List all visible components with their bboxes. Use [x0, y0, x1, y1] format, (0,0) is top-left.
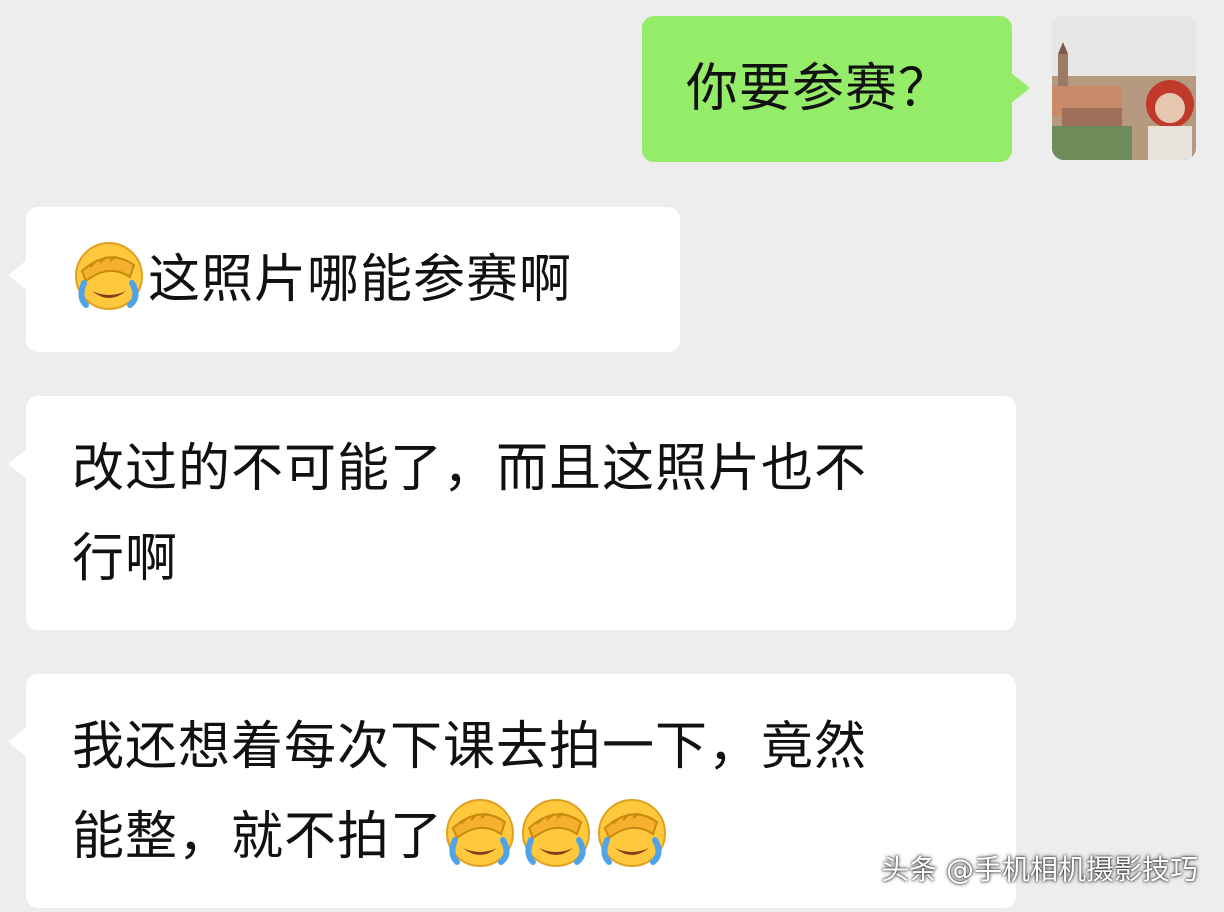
watermark-text: 头条 @手机相机摄影技巧: [881, 853, 1198, 886]
message-text-line: 我还想着每次下课去拍一下，竟然: [72, 717, 868, 777]
bubble-tail: [8, 448, 28, 480]
message-incoming[interactable]: 这照片哪能参赛啊: [8, 207, 680, 352]
message-incoming[interactable]: 我还想着每次下课去拍一下，竟然 能整，就不拍了: [8, 674, 1016, 908]
bubble-tail: [1010, 72, 1030, 104]
facepalm-crying-emoji-icon: [595, 796, 669, 870]
message-text-line-with-emoji: 能整，就不拍了: [72, 792, 976, 882]
message-text: 你要参赛？: [686, 59, 952, 119]
bubble-tail: [8, 726, 28, 758]
message-outgoing[interactable]: 你要参赛？: [642, 16, 1030, 162]
message-text: 能整，就不拍了: [72, 807, 444, 867]
facepalm-crying-emoji-icon: [72, 239, 146, 313]
message-text-line: 行啊: [72, 529, 179, 589]
bubble-tail: [8, 259, 28, 291]
avatar-photo-icon: [1052, 16, 1196, 160]
facepalm-crying-emoji-icon: [519, 796, 593, 870]
facepalm-crying-emoji-icon: [443, 796, 517, 870]
message-text: 这照片哪能参赛啊: [148, 250, 573, 310]
message-text-line: 改过的不可能了，而且这照片也不: [72, 439, 868, 499]
user-avatar[interactable]: [1052, 16, 1196, 160]
message-incoming[interactable]: 改过的不可能了，而且这照片也不 行啊: [8, 396, 1016, 630]
